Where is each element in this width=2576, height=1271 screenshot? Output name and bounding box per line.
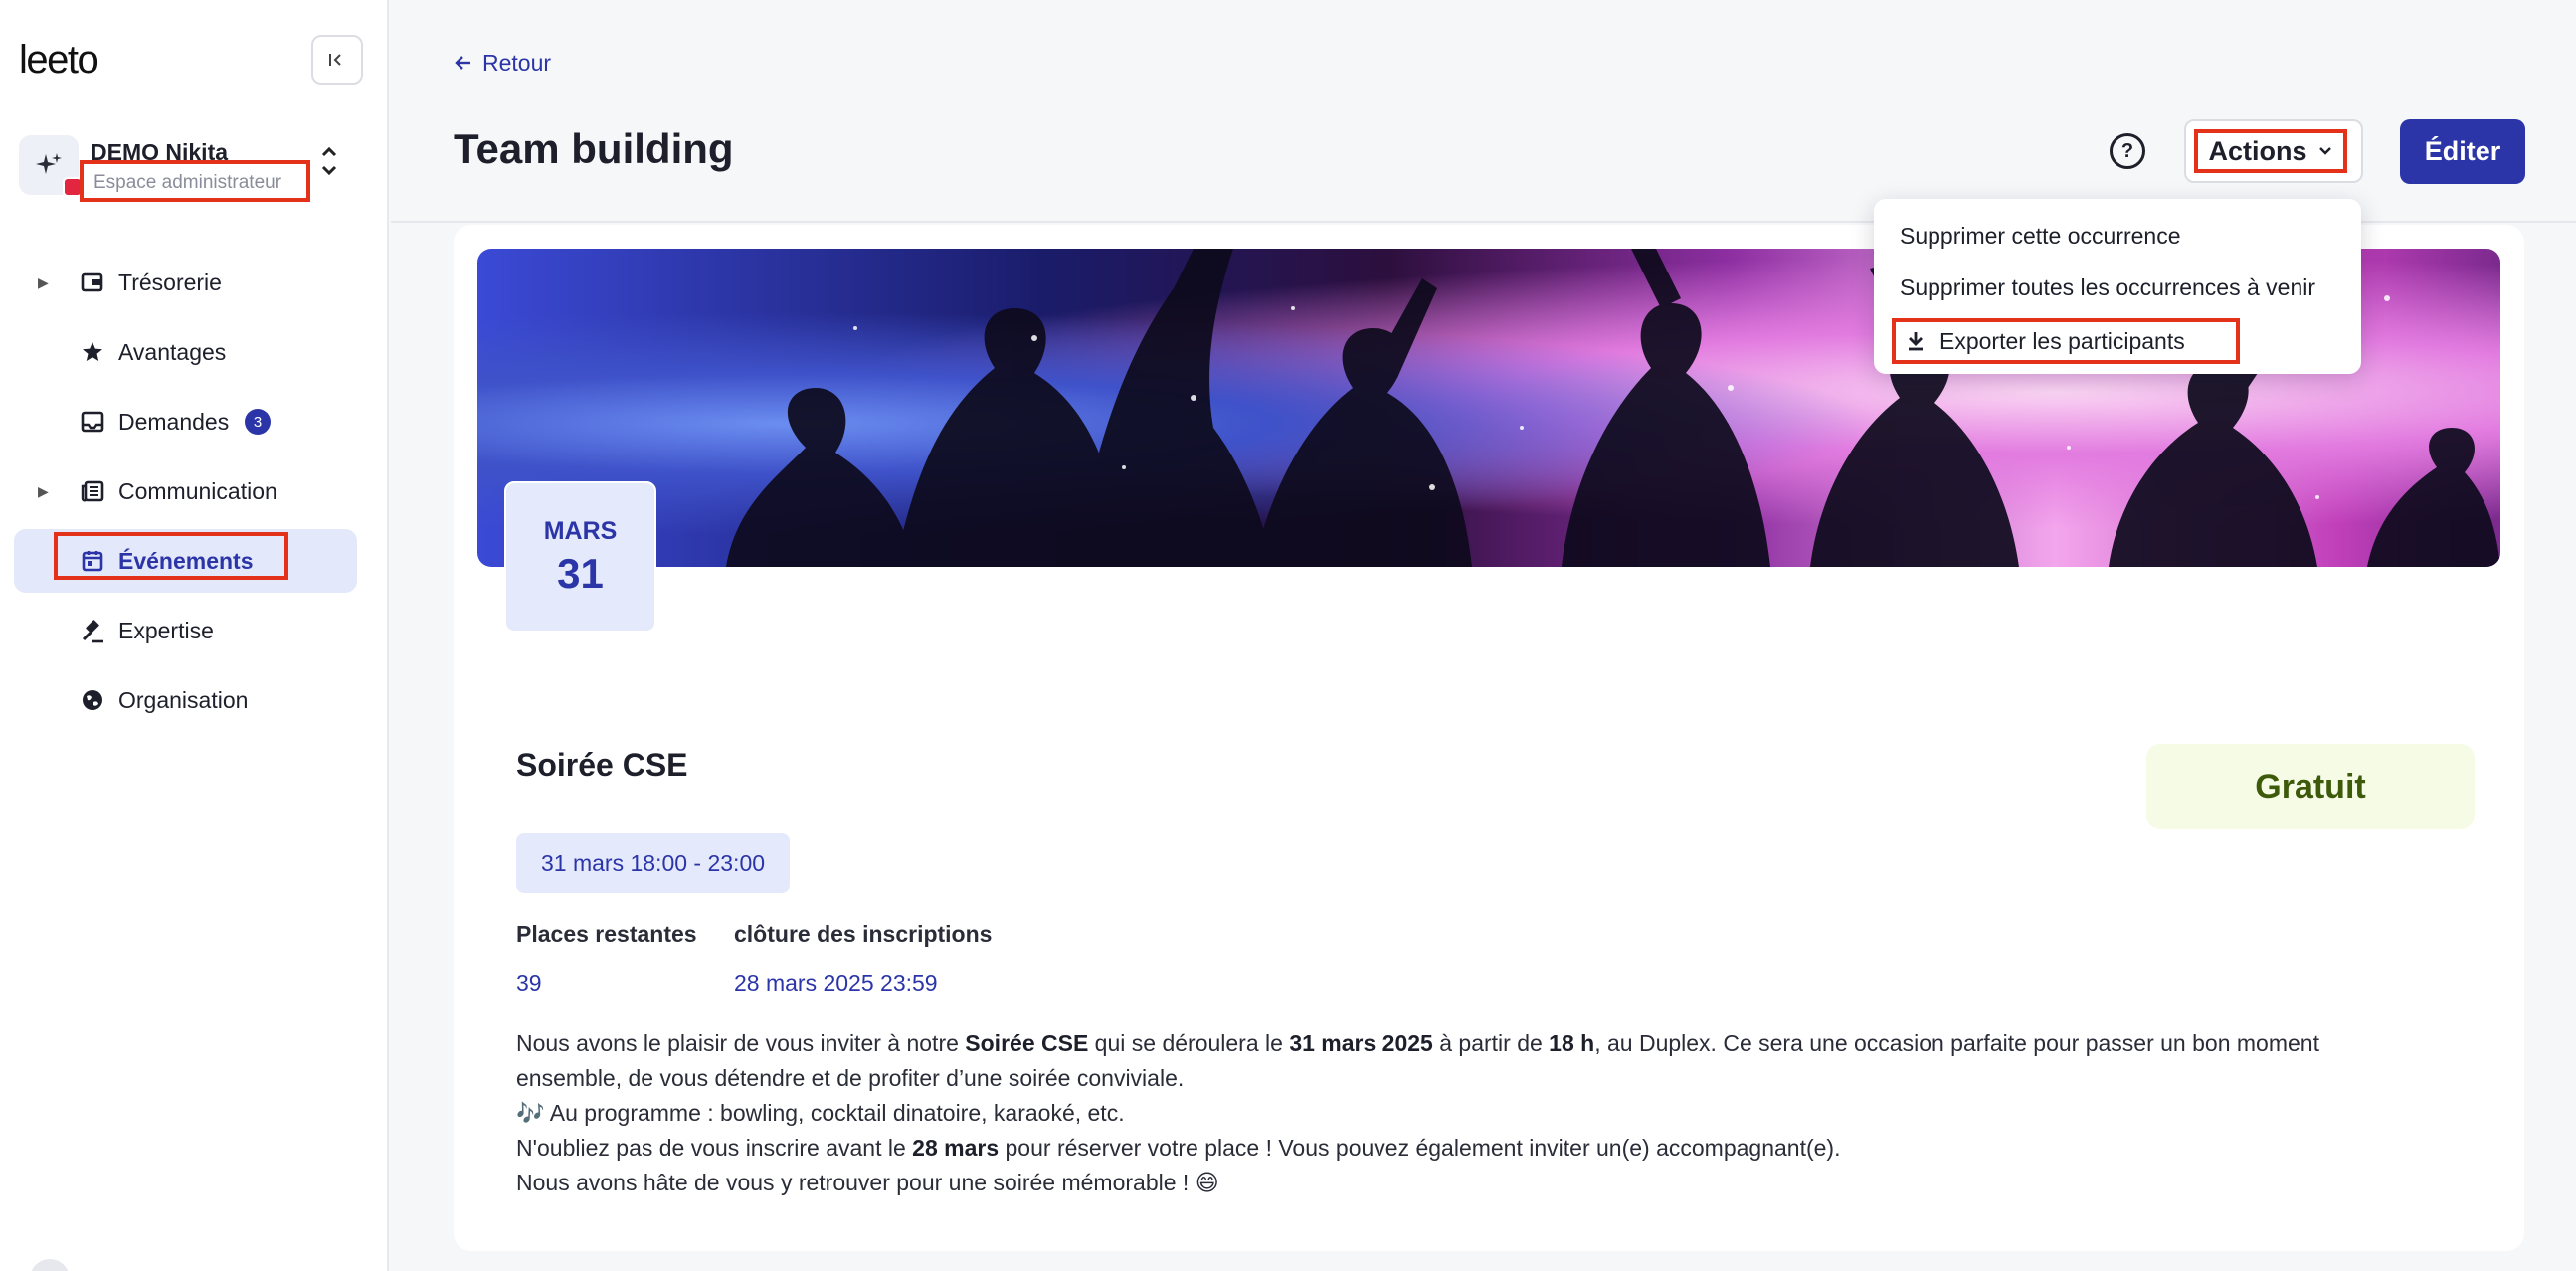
sidebar-item-label: Expertise — [118, 617, 214, 643]
description-line: Nous avons le plaisir de vous inviter à … — [516, 1030, 2319, 1056]
event-description: Nous avons le plaisir de vous inviter à … — [516, 1026, 2495, 1200]
actions-dropdown-menu: Supprimer cette occurrence Supprimer tou… — [1874, 199, 2361, 374]
sidebar-item-tresorerie[interactable]: ▶ Trésorerie — [14, 251, 357, 314]
price-badge: Gratuit — [2146, 744, 2475, 829]
gavel-icon — [80, 618, 105, 643]
closing-label: clôture des inscriptions — [734, 921, 993, 947]
collapse-icon — [329, 54, 341, 66]
menu-item-delete-future-occurrences[interactable]: Supprimer toutes les occurrences à venir — [1900, 274, 2315, 301]
sidebar-item-label: Trésorerie — [118, 269, 222, 295]
sidebar-nav: ▶ Trésorerie Avantages Demandes 3 ▶ Comm… — [14, 251, 357, 738]
help-icon[interactable]: ? — [2110, 133, 2145, 169]
closing-value: 28 mars 2025 23:59 — [734, 970, 938, 996]
event-time-chip: 31 mars 18:00 - 23:00 — [516, 833, 791, 893]
sidebar-item-organisation[interactable]: Organisation — [14, 668, 357, 732]
workspace-switcher[interactable]: DEMO Nikita Espace administrateur — [19, 135, 357, 202]
event-title: Soirée CSE — [516, 747, 688, 783]
description-line: ensemble, de vous détendre et de profite… — [516, 1065, 1185, 1091]
event-date-badge: MARS 31 — [504, 481, 656, 633]
back-label: Retour — [482, 50, 552, 76]
actions-button[interactable]: Actions — [2184, 119, 2363, 183]
star-icon — [80, 339, 105, 365]
calendar-icon — [80, 548, 105, 574]
sidebar-item-evenements[interactable]: Événements — [14, 529, 357, 593]
sidebar: leeto DEMO Nikita Espace administrateur … — [0, 0, 389, 1271]
highlight-box: Actions — [2194, 129, 2347, 173]
caret-right-icon[interactable]: ▶ — [38, 274, 49, 291]
arrow-left-icon — [455, 50, 472, 77]
description-line: 🎶 Au programme : bowling, cocktail dinat… — [516, 1100, 1125, 1126]
export-label: Exporter les participants — [1939, 327, 2185, 354]
sidebar-item-label: Événements — [118, 547, 254, 574]
workspace-subtitle: Espace administrateur — [80, 160, 310, 202]
event-card: MARS 31 Soirée CSE Gratuit 31 mars 18:00… — [454, 225, 2524, 1251]
sidebar-item-label: Communication — [118, 477, 277, 504]
count-badge: 3 — [245, 409, 271, 435]
sidebar-item-label: Organisation — [118, 686, 249, 713]
back-link[interactable]: Retour — [455, 50, 551, 77]
sidebar-item-label: Avantages — [118, 338, 227, 365]
menu-item-delete-occurrence[interactable]: Supprimer cette occurrence — [1900, 223, 2181, 250]
description-line: Nous avons hâte de vous y retrouver pour… — [516, 1170, 1219, 1195]
download-icon — [1909, 332, 1923, 351]
sidebar-item-communication[interactable]: ▶ Communication — [14, 459, 357, 523]
date-month: MARS — [543, 516, 618, 545]
sidebar-item-demandes[interactable]: Demandes 3 — [14, 390, 357, 454]
sidebar-item-label: Demandes — [118, 408, 230, 435]
sidebar-item-expertise[interactable]: Expertise — [14, 599, 357, 662]
sidebar-item-avantages[interactable]: Avantages — [14, 320, 357, 384]
places-value: 39 — [516, 970, 542, 996]
collapse-sidebar-button[interactable] — [311, 35, 363, 85]
chevron-down-icon — [2318, 147, 2331, 155]
newspaper-icon — [80, 478, 105, 504]
inbox-icon — [80, 409, 105, 435]
description-line: N'oubliez pas de vous inscrire avant le … — [516, 1135, 1841, 1161]
caret-right-icon[interactable]: ▶ — [38, 483, 49, 500]
globe-icon — [80, 687, 105, 713]
menu-item-export-participants[interactable]: Exporter les participants — [1892, 318, 2240, 364]
chevron-up-down-icon[interactable] — [319, 143, 339, 182]
avatar[interactable] — [30, 1259, 70, 1271]
places-label: Places restantes — [516, 921, 697, 947]
app-logo[interactable]: leeto — [19, 38, 99, 83]
edit-button[interactable]: Éditer — [2400, 119, 2525, 184]
wallet-icon — [80, 270, 105, 295]
date-day: 31 — [557, 549, 604, 597]
page-title: Team building — [454, 125, 734, 172]
actions-label: Actions — [2208, 135, 2307, 166]
